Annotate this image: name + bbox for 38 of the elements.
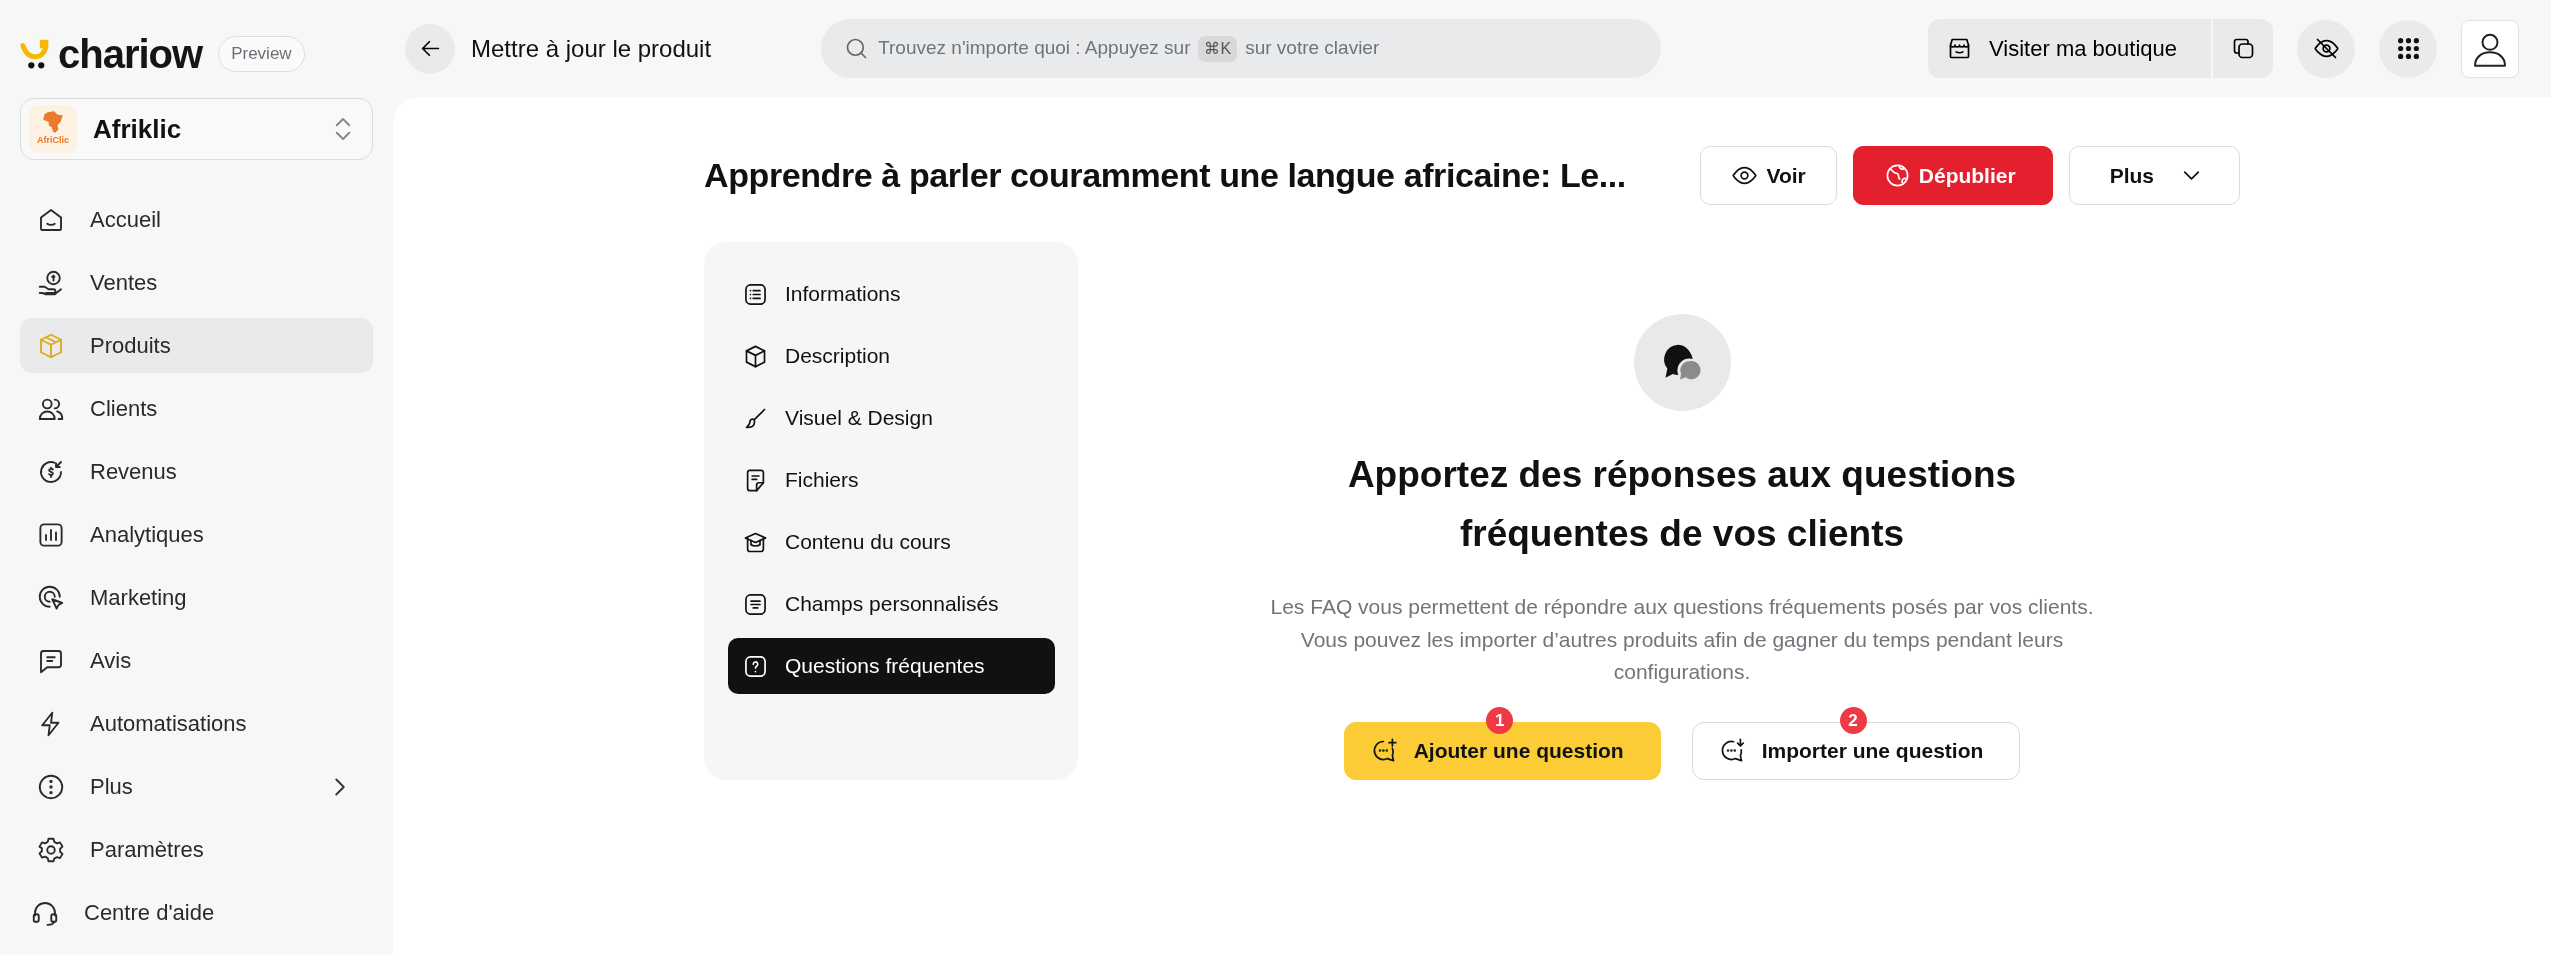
empty-description: Les FAQ vous permettent de répondre aux questions fréquements posés par vos clients. Vous pouvez les importer d’autres produits afin de gagner du temps pendant leurs configurations. — [1269, 594, 2095, 685]
nav-item[interactable]: Avis — [20, 633, 373, 688]
tab[interactable]: Contenu du cours — [728, 514, 1055, 570]
empty-heading: Apportez des réponses aux questions fréquentes de vos clients — [1346, 453, 2018, 556]
page-title: Mettre à jour le produit — [471, 33, 712, 64]
preview-badge: Preview — [218, 36, 305, 72]
shortcut-key: ⌘K — [1198, 35, 1238, 62]
nav-item[interactable]: Ventes — [20, 255, 373, 310]
product-title: Apprendre à parler couramment une langue africaine: Le... — [704, 155, 1627, 196]
search-hint: Trouvez n'importe quoi : Appuyez sur — [878, 36, 1191, 61]
step-badge: 2 — [1839, 706, 1867, 734]
nav-item[interactable]: Plus — [20, 759, 373, 814]
nav-item[interactable]: Automatisations — [20, 696, 373, 751]
unpublish-button[interactable]: Dépublier — [1852, 146, 2053, 205]
tab[interactable]: Fichiers — [728, 452, 1055, 508]
back-button[interactable] — [405, 23, 455, 74]
search-field[interactable]: Trouvez n'importe quoi : Appuyez sur ⌘K sur votre clavier — [821, 19, 1662, 78]
nav-item[interactable]: Revenus — [20, 444, 373, 499]
nav-item[interactable]: Analytiques — [20, 507, 373, 562]
tab[interactable]: Champs personnalisés — [728, 576, 1055, 632]
tab[interactable]: Visuel & Design — [728, 390, 1055, 446]
account-button[interactable] — [2461, 19, 2519, 78]
more-button[interactable]: Plus — [2068, 146, 2240, 205]
tab[interactable]: Informations — [728, 266, 1055, 322]
help-link[interactable]: Centre d'aide — [20, 885, 373, 940]
nav-item[interactable]: Paramètres — [20, 822, 373, 877]
view-button[interactable]: Voir — [1700, 146, 1837, 205]
nav-item[interactable]: Produits — [20, 318, 373, 373]
search-hint: sur votre clavier — [1245, 36, 1380, 61]
nav-item[interactable]: Accueil — [20, 192, 373, 247]
nav-item[interactable]: Marketing — [20, 570, 373, 625]
store-logo: AfriClic — [29, 105, 77, 153]
tab[interactable]: Questions fréquentes — [728, 638, 1055, 694]
step-badge: 1 — [1486, 706, 1514, 734]
store-selector[interactable]: AfriClic Afriklic — [20, 98, 373, 160]
nav-item[interactable]: Clients — [20, 381, 373, 436]
brand-name: chariow — [58, 34, 203, 74]
tab[interactable]: Description — [728, 328, 1055, 384]
